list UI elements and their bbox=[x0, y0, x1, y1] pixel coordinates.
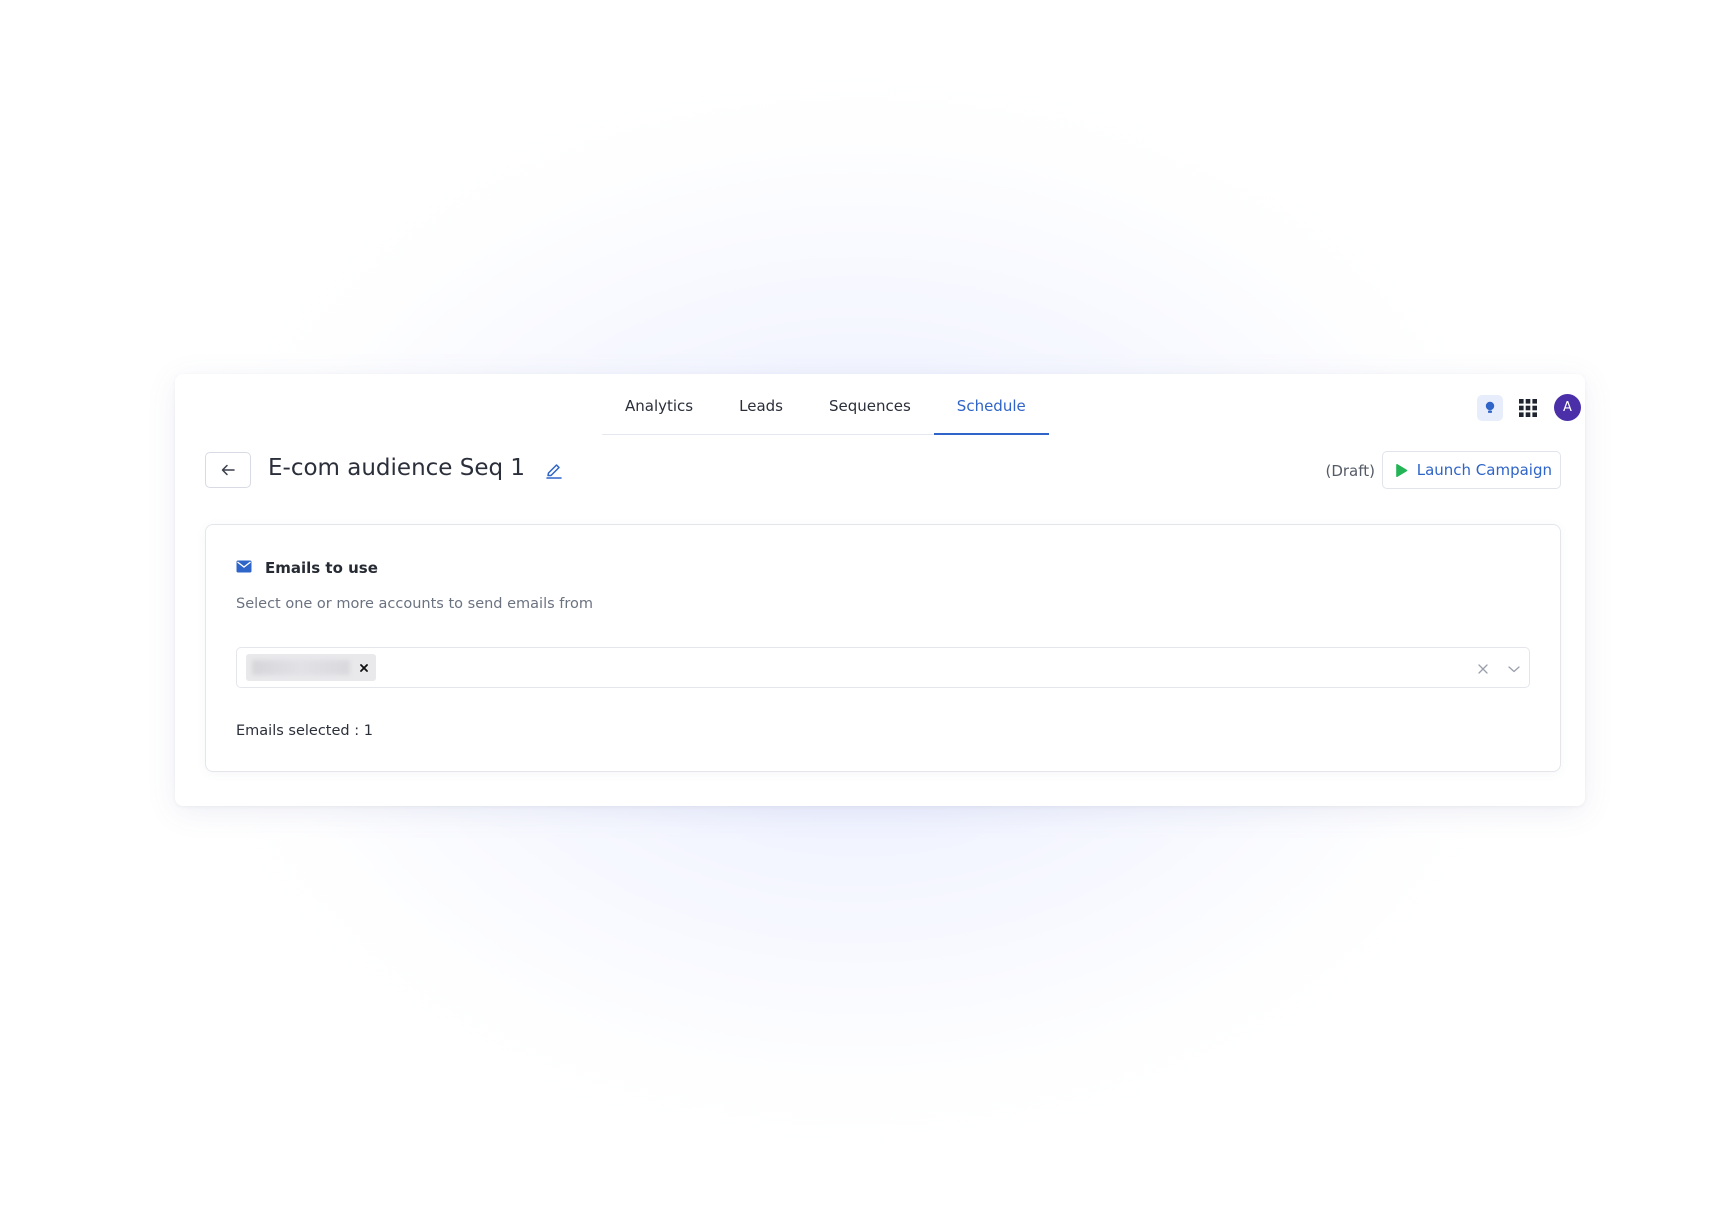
card-heading: Emails to use bbox=[236, 555, 378, 577]
tab-leads[interactable]: Leads bbox=[716, 374, 806, 434]
play-icon bbox=[1395, 463, 1408, 477]
email-accounts-select[interactable] bbox=[236, 647, 1530, 688]
close-icon bbox=[360, 663, 368, 672]
campaign-header: E-com audience Seq 1 (Draft) Launch Camp… bbox=[205, 451, 1561, 490]
tab-schedule[interactable]: Schedule bbox=[933, 374, 1049, 435]
campaign-title: E-com audience Seq 1 bbox=[268, 455, 526, 481]
clear-selection-button[interactable] bbox=[1477, 660, 1489, 679]
dropdown-toggle-button[interactable] bbox=[1507, 660, 1521, 679]
close-icon bbox=[1478, 664, 1488, 674]
emails-selected-count: Emails selected : 1 bbox=[236, 723, 373, 739]
app-window: Analytics Leads Sequences Schedule A E-c… bbox=[175, 374, 1585, 806]
mail-icon bbox=[236, 560, 252, 572]
emails-to-use-card: Emails to use Select one or more account… bbox=[205, 524, 1561, 772]
launch-campaign-label: Launch Campaign bbox=[1416, 461, 1552, 479]
remove-email-chip-button[interactable] bbox=[355, 654, 373, 681]
grid-icon bbox=[1519, 398, 1537, 417]
lightbulb-icon bbox=[1485, 401, 1495, 413]
arrow-left-icon bbox=[221, 464, 235, 476]
tab-analytics[interactable]: Analytics bbox=[602, 374, 716, 434]
back-button[interactable] bbox=[205, 452, 251, 488]
apps-menu-button[interactable] bbox=[1517, 397, 1539, 419]
nav-tabs: Analytics Leads Sequences Schedule bbox=[602, 374, 1049, 435]
top-right-controls: A bbox=[1477, 394, 1581, 421]
tips-button[interactable] bbox=[1477, 394, 1503, 421]
selected-email-chip-text bbox=[252, 660, 350, 675]
pencil-icon bbox=[546, 464, 562, 479]
user-avatar[interactable]: A bbox=[1554, 394, 1581, 421]
card-title: Emails to use bbox=[265, 559, 378, 577]
launch-campaign-button[interactable]: Launch Campaign bbox=[1381, 451, 1561, 489]
tab-sequences[interactable]: Sequences bbox=[806, 374, 934, 434]
status-badge: (Draft) bbox=[1325, 462, 1375, 480]
edit-title-button[interactable] bbox=[545, 462, 563, 484]
selected-email-chip bbox=[246, 654, 376, 681]
card-subtitle: Select one or more accounts to send emai… bbox=[236, 596, 594, 612]
chevron-down-icon bbox=[1508, 666, 1520, 673]
